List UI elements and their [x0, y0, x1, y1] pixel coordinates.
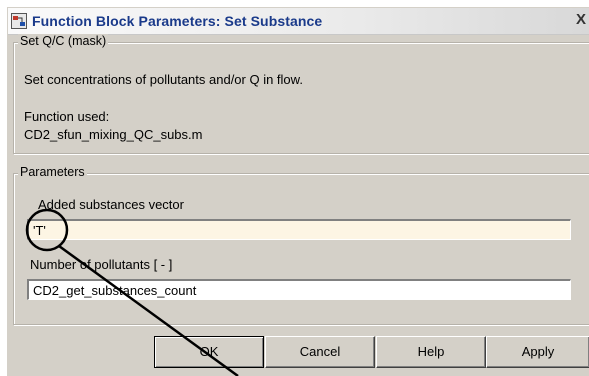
pollutant-count-input[interactable]: CD2_get_substances_count — [27, 279, 571, 300]
mask-description: Set concentrations of pollutants and/or … — [24, 72, 303, 87]
ok-button[interactable]: OK — [154, 336, 264, 368]
function-name: CD2_sfun_mixing_QC_subs.m — [24, 127, 203, 142]
function-used-label: Function used: — [24, 109, 110, 124]
window-title: Function Block Parameters: Set Substance — [32, 13, 323, 29]
apply-button[interactable]: Apply — [486, 336, 589, 368]
vector-label: Added substances vector — [38, 197, 184, 212]
pollutant-count-label: Number of pollutants [ - ] — [30, 257, 173, 272]
parameters-groupbox: Parameters — [13, 165, 589, 325]
parameters-legend: Parameters — [18, 165, 87, 179]
substances-vector-input[interactable]: 'T' — [27, 219, 571, 240]
title-bar[interactable]: Function Block Parameters: Set Substance… — [8, 8, 589, 35]
mask-legend: Set Q/C (mask) — [18, 34, 109, 48]
close-icon[interactable]: X — [572, 10, 589, 30]
simulink-block-icon — [11, 13, 27, 29]
cancel-button[interactable]: Cancel — [265, 336, 375, 368]
help-button[interactable]: Help — [376, 336, 486, 368]
